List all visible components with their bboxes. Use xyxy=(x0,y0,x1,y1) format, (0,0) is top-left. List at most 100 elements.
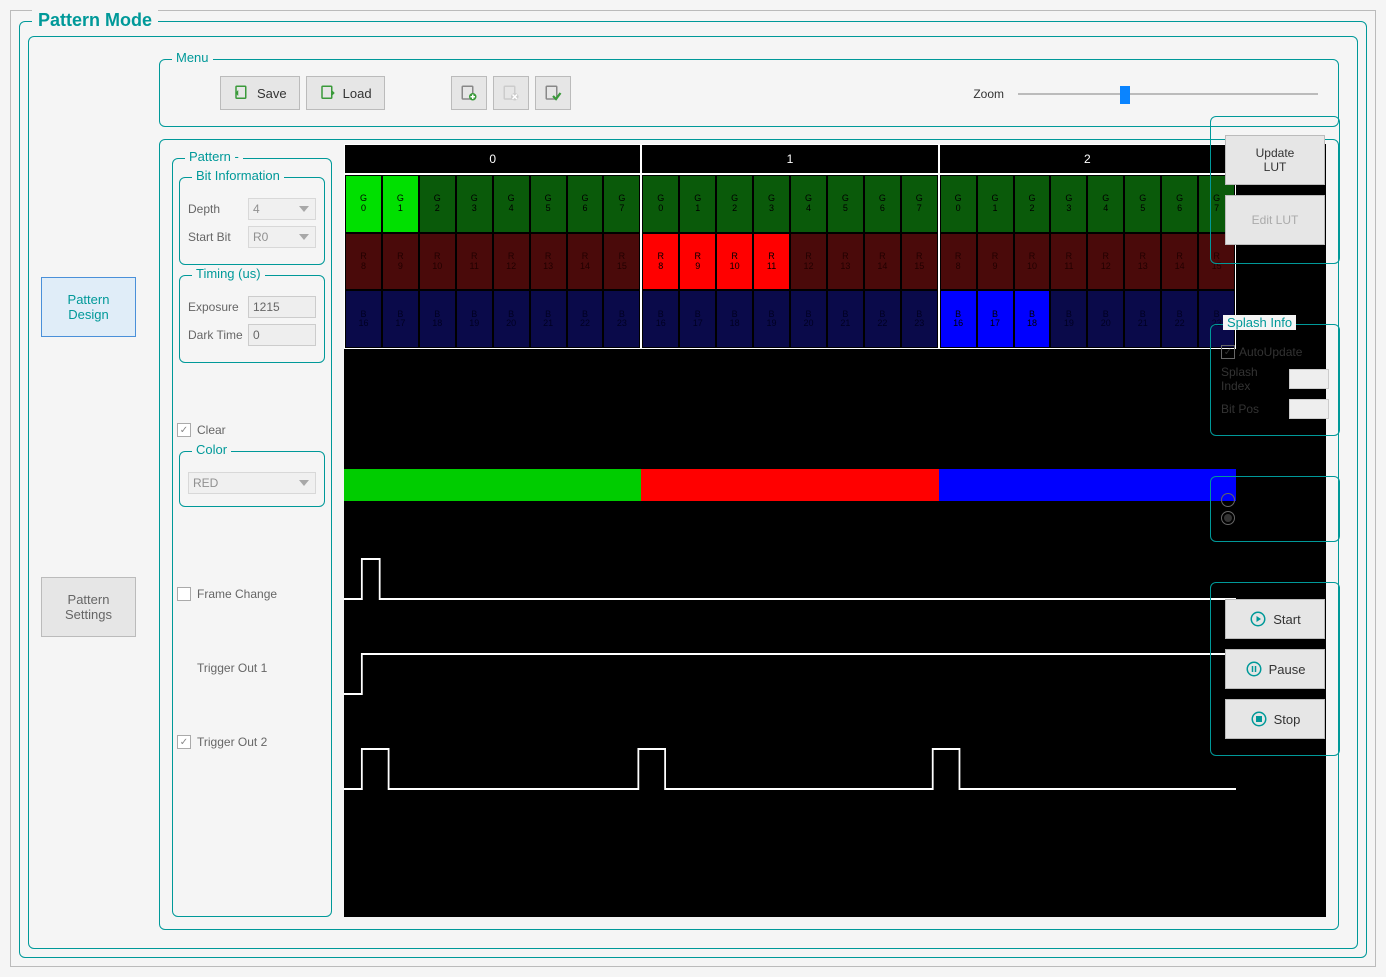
bit-cell[interactable]: R13 xyxy=(827,233,864,291)
bit-cell[interactable]: B21 xyxy=(1124,290,1161,348)
bit-cell[interactable]: B19 xyxy=(456,290,493,348)
pause-button[interactable]: Pause xyxy=(1225,649,1325,689)
bit-cell[interactable]: R9 xyxy=(977,233,1014,291)
bit-cell[interactable]: R12 xyxy=(493,233,530,291)
bit-cell[interactable]: G0 xyxy=(345,175,382,233)
bit-cell[interactable]: R8 xyxy=(940,233,977,291)
darktime-input[interactable] xyxy=(248,324,316,346)
delete-button[interactable] xyxy=(493,76,529,110)
load-button[interactable]: Load xyxy=(306,76,385,110)
bit-cell[interactable]: G6 xyxy=(567,175,604,233)
bit-cell[interactable]: B20 xyxy=(790,290,827,348)
bit-cell[interactable]: B22 xyxy=(567,290,604,348)
bit-cell[interactable]: B17 xyxy=(382,290,419,348)
autoupdate-checkbox[interactable]: ✓ xyxy=(1221,345,1235,359)
bit-cell[interactable]: B16 xyxy=(940,290,977,348)
bit-cell[interactable]: B18 xyxy=(716,290,753,348)
depth-select[interactable]: 4 xyxy=(248,198,316,220)
color-select[interactable]: RED xyxy=(188,472,316,494)
bit-cell[interactable]: G7 xyxy=(901,175,938,233)
bit-cell[interactable]: R15 xyxy=(603,233,640,291)
bit-cell[interactable]: G0 xyxy=(940,175,977,233)
bit-info-label: Bit Information xyxy=(192,168,284,183)
repeat-radio[interactable] xyxy=(1221,511,1235,525)
bit-cell[interactable]: R15 xyxy=(901,233,938,291)
bit-cell[interactable]: R13 xyxy=(530,233,567,291)
bit-cell[interactable]: R9 xyxy=(679,233,716,291)
bit-cell[interactable]: B20 xyxy=(493,290,530,348)
bit-cell[interactable]: G5 xyxy=(827,175,864,233)
bit-cell[interactable]: G6 xyxy=(864,175,901,233)
clear-checkbox[interactable]: ✓ xyxy=(177,423,191,437)
bit-cell[interactable]: B16 xyxy=(642,290,679,348)
bit-cell[interactable]: R10 xyxy=(1014,233,1051,291)
nav-pattern-design[interactable]: Pattern Design xyxy=(41,277,136,337)
stop-icon xyxy=(1250,710,1268,728)
bit-cell[interactable]: R8 xyxy=(642,233,679,291)
bit-cell[interactable]: R14 xyxy=(1161,233,1198,291)
bit-cell[interactable]: R11 xyxy=(753,233,790,291)
save-button[interactable]: Save xyxy=(220,76,300,110)
splash-index-input[interactable] xyxy=(1289,369,1329,389)
bit-cell[interactable]: B19 xyxy=(753,290,790,348)
play-once-radio[interactable] xyxy=(1221,493,1235,507)
bit-cell[interactable]: R8 xyxy=(345,233,382,291)
bit-cell[interactable]: B20 xyxy=(1087,290,1124,348)
bit-cell[interactable]: R9 xyxy=(382,233,419,291)
bit-cell[interactable]: G5 xyxy=(530,175,567,233)
bit-cell[interactable]: G1 xyxy=(977,175,1014,233)
exposure-input[interactable] xyxy=(248,296,316,318)
bit-cell[interactable]: G4 xyxy=(1087,175,1124,233)
startbit-select[interactable]: R0 xyxy=(248,226,316,248)
edit-lut-button[interactable]: Edit LUT xyxy=(1225,195,1325,245)
bit-cell[interactable]: G5 xyxy=(1124,175,1161,233)
add-button[interactable] xyxy=(451,76,487,110)
bit-cell[interactable]: B17 xyxy=(977,290,1014,348)
bit-cell[interactable]: G2 xyxy=(419,175,456,233)
bit-cell[interactable]: B22 xyxy=(864,290,901,348)
bit-cell[interactable]: R13 xyxy=(1124,233,1161,291)
bitpos-input[interactable] xyxy=(1289,399,1329,419)
bit-cell[interactable]: R10 xyxy=(419,233,456,291)
bit-cell[interactable]: B22 xyxy=(1161,290,1198,348)
bit-cell[interactable]: R12 xyxy=(1087,233,1124,291)
bit-cell[interactable]: B17 xyxy=(679,290,716,348)
bit-cell[interactable]: B23 xyxy=(901,290,938,348)
bit-cell[interactable]: G6 xyxy=(1161,175,1198,233)
bit-cell[interactable]: R10 xyxy=(716,233,753,291)
confirm-button[interactable] xyxy=(535,76,571,110)
bit-cell[interactable]: B23 xyxy=(603,290,640,348)
bit-cell[interactable]: R14 xyxy=(864,233,901,291)
bit-cell[interactable]: G1 xyxy=(382,175,419,233)
bit-cell[interactable]: G3 xyxy=(753,175,790,233)
bit-cell[interactable]: R14 xyxy=(567,233,604,291)
bit-cell[interactable]: B16 xyxy=(345,290,382,348)
stop-button[interactable]: Stop xyxy=(1225,699,1325,739)
bit-cell[interactable]: B21 xyxy=(530,290,567,348)
trig2-checkbox[interactable]: ✓ xyxy=(177,735,191,749)
nav-pattern-settings[interactable]: Pattern Settings xyxy=(41,577,136,637)
bit-cell[interactable]: G0 xyxy=(642,175,679,233)
bit-cell[interactable]: G1 xyxy=(679,175,716,233)
start-button[interactable]: Start xyxy=(1225,599,1325,639)
frame-change-checkbox[interactable] xyxy=(177,587,191,601)
bit-cell[interactable]: G2 xyxy=(716,175,753,233)
bit-cell[interactable]: G4 xyxy=(790,175,827,233)
bit-cell[interactable]: R12 xyxy=(790,233,827,291)
update-lut-button[interactable]: Update LUT xyxy=(1225,135,1325,185)
bit-cell[interactable]: B19 xyxy=(1050,290,1087,348)
bit-cell[interactable]: B18 xyxy=(419,290,456,348)
add-icon xyxy=(460,84,478,102)
bitpos-label: Bit Pos xyxy=(1221,402,1285,416)
bit-cell[interactable]: G4 xyxy=(493,175,530,233)
bit-cell[interactable]: B18 xyxy=(1014,290,1051,348)
bit-cell[interactable]: B21 xyxy=(827,290,864,348)
bit-cell[interactable]: G3 xyxy=(1050,175,1087,233)
bit-cell[interactable]: R11 xyxy=(456,233,493,291)
bit-cell[interactable]: R11 xyxy=(1050,233,1087,291)
bit-cell[interactable]: G2 xyxy=(1014,175,1051,233)
bit-cell[interactable]: G3 xyxy=(456,175,493,233)
bit-cell[interactable]: G7 xyxy=(603,175,640,233)
zoom-slider[interactable] xyxy=(1018,84,1318,104)
save-icon xyxy=(233,84,251,102)
